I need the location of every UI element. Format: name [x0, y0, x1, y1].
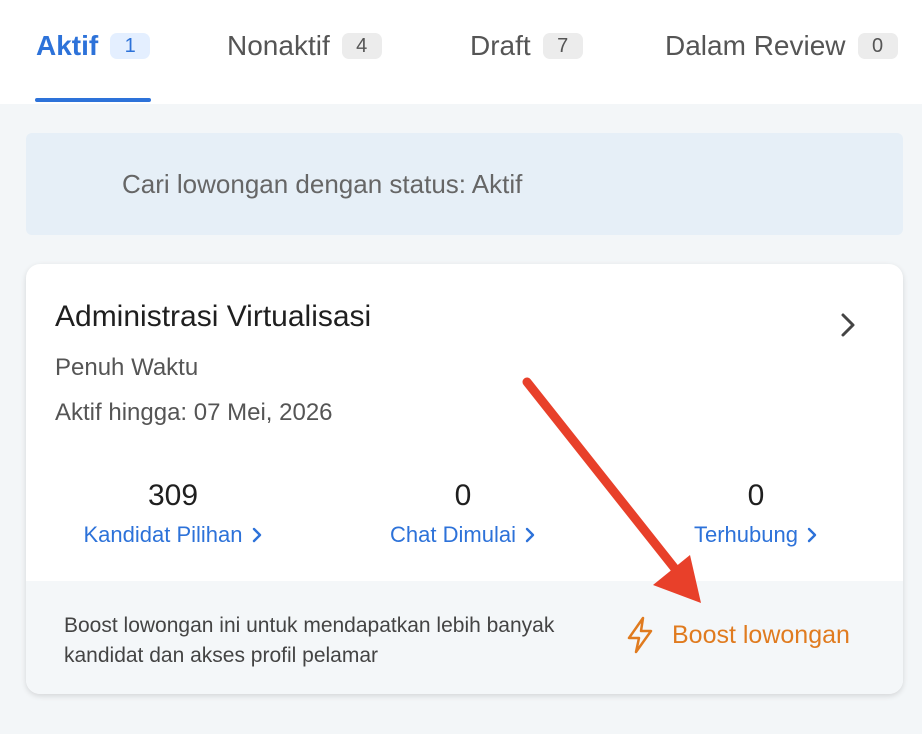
job-title: Administrasi Virtualisasi — [55, 300, 372, 333]
tab-label: Nonaktif — [227, 30, 330, 61]
chevron-right-icon — [525, 527, 535, 543]
boost-description: Boost lowongan ini untuk mendapatkan leb… — [64, 614, 555, 667]
chevron-right-icon[interactable] — [838, 310, 858, 340]
chevron-right-icon — [807, 527, 817, 543]
status-tabs: Aktif 1 Nonaktif 4 Draft 7 Dalam Review … — [0, 0, 922, 104]
stat-label: Chat Dimulai — [390, 522, 516, 547]
search-input[interactable] — [122, 161, 822, 207]
stat-value: 0 — [454, 479, 472, 512]
boost-section: Boost lowongan ini untuk mendapatkan leb… — [26, 581, 903, 694]
stat-value: 309 — [147, 479, 199, 512]
chat-dimulai-link[interactable]: Chat Dimulai — [333, 522, 593, 548]
stat-value: 0 — [747, 479, 765, 512]
boost-button-label: Boost lowongan — [672, 620, 850, 649]
tab-label: Aktif — [36, 30, 99, 61]
tab-nonaktif[interactable]: Nonaktif 4 — [227, 26, 382, 66]
tab-dalam-review[interactable]: Dalam Review 0 — [665, 26, 898, 66]
tab-count-badge: 4 — [341, 33, 382, 59]
tab-draft[interactable]: Draft 7 — [470, 26, 583, 66]
active-tab-indicator — [35, 98, 151, 102]
stat-label: Kandidat Pilihan — [83, 522, 243, 547]
kandidat-pilihan-link[interactable]: Kandidat Pilihan — [43, 522, 303, 548]
job-type: Penuh Waktu — [55, 354, 199, 381]
search-bar[interactable] — [26, 133, 903, 335]
chevron-right-icon — [252, 527, 261, 543]
tab-count-badge: 1 — [110, 33, 151, 59]
tab-aktif[interactable]: Aktif 1 — [36, 26, 151, 66]
tab-label: Draft — [470, 30, 531, 61]
stat-label: Terhubung — [694, 522, 798, 547]
boost-button[interactable]: Boost lowongan — [624, 615, 850, 655]
stat-kandidat-pilihan: 309 Kandidat Pilihan — [43, 476, 303, 548]
bolt-icon — [627, 616, 653, 654]
tab-count-badge: 7 — [542, 33, 583, 59]
job-card[interactable]: Administrasi Virtualisasi Penuh Waktu Ak… — [26, 264, 903, 694]
stat-chat-dimulai: 0 Chat Dimulai — [333, 476, 593, 548]
tab-label: Dalam Review — [665, 30, 846, 61]
tab-count-badge: 0 — [857, 33, 898, 59]
job-expiry: Aktif hingga: 07 Mei, 2026 — [55, 399, 333, 426]
stat-terhubung: 0 Terhubung — [626, 476, 886, 548]
terhubung-link[interactable]: Terhubung — [626, 522, 886, 548]
